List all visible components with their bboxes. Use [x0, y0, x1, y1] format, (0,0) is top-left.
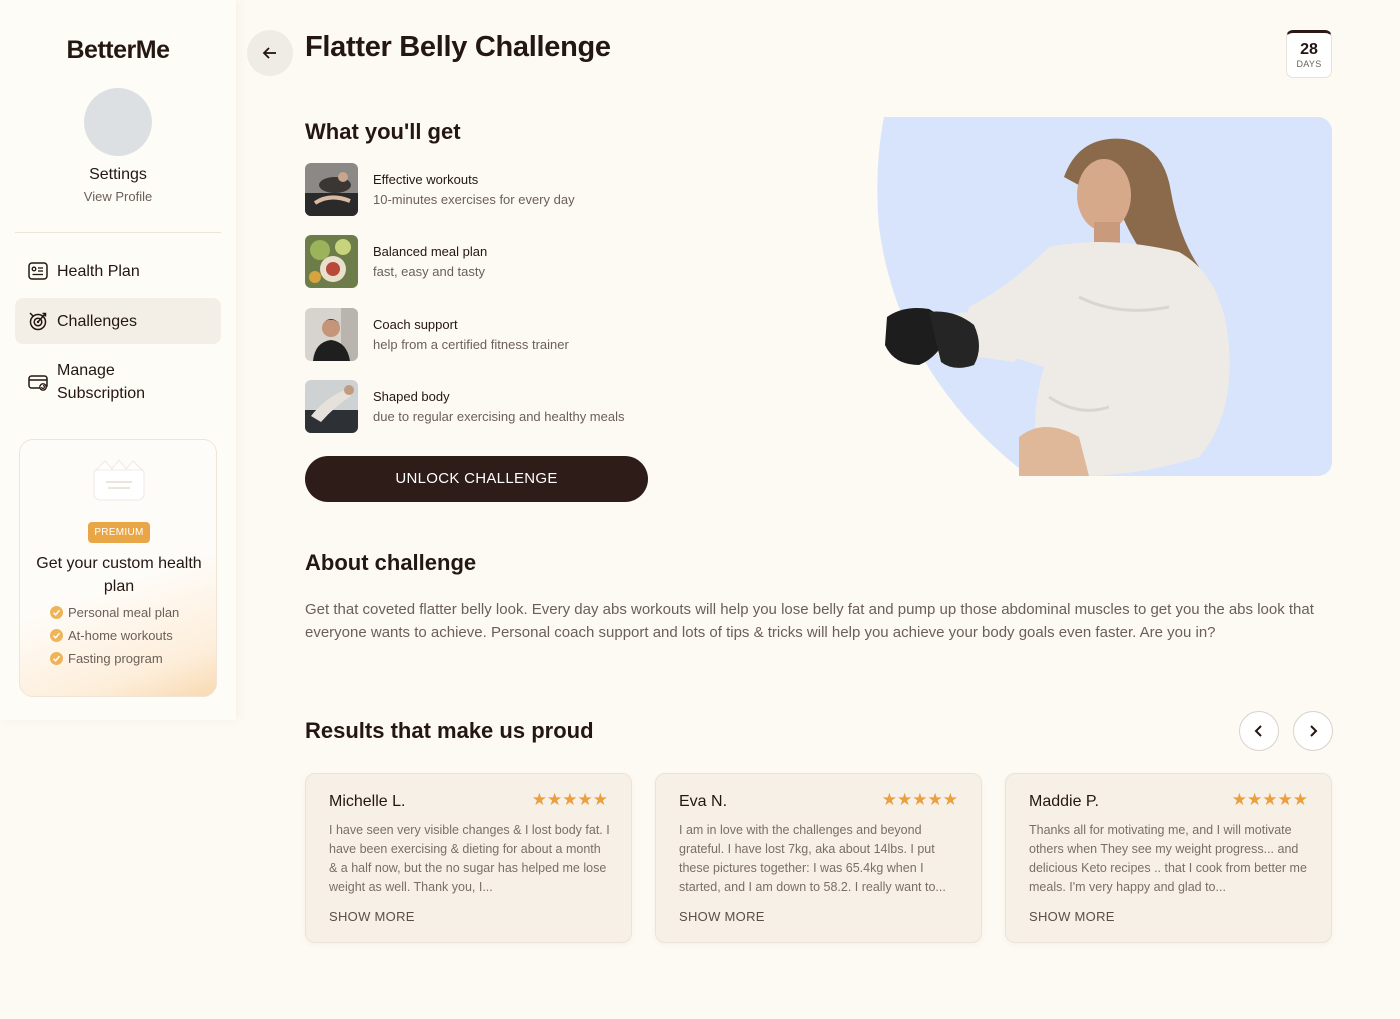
avatar[interactable]: [84, 88, 152, 156]
health-plan-icon: [28, 262, 48, 280]
benefit-title: Shaped body: [373, 389, 450, 404]
sidebar-item-label: Manage Subscription: [57, 362, 146, 402]
check-icon: [50, 629, 63, 642]
about-description: Get that coveted flatter belly look. Eve…: [305, 601, 1314, 641]
benefit-title: Coach support: [373, 317, 458, 332]
premium-feature: Personal meal plan: [50, 605, 179, 620]
carousel-prev-button[interactable]: [1239, 711, 1279, 751]
results-heading: Results that make us proud: [305, 718, 594, 743]
review-card: Michelle L. ★★★★★ I have seen very visib…: [305, 773, 632, 943]
subscription-icon: [28, 375, 48, 391]
premium-feature-label: At-home workouts: [68, 628, 173, 643]
arrow-left-icon: [262, 47, 276, 59]
crown-icon: [93, 459, 145, 501]
show-more-link[interactable]: SHOW MORE: [1029, 909, 1115, 924]
benefit-description: due to regular exercising and healthy me…: [373, 409, 625, 424]
check-icon: [50, 652, 63, 665]
page-title: Flatter Belly Challenge: [305, 31, 611, 63]
sidebar-item-label: Health Plan: [57, 262, 140, 280]
review-text: Thanks all for motivating me, and I will…: [1029, 823, 1307, 894]
premium-feature-label: Fasting program: [68, 651, 163, 666]
coach-thumbnail: [305, 308, 358, 361]
star-rating: ★★★★★: [1231, 790, 1308, 809]
premium-feature: Fasting program: [50, 651, 163, 666]
premium-upsell-card[interactable]: PREMIUM Get your custom health plan Pers…: [19, 439, 217, 697]
premium-feature: At-home workouts: [50, 628, 173, 643]
show-more-link[interactable]: SHOW MORE: [329, 909, 415, 924]
reviewer-name: Michelle L.: [329, 793, 406, 810]
check-icon: [50, 606, 63, 619]
back-button[interactable]: [247, 30, 293, 76]
star-rating: ★★★★★: [531, 790, 608, 809]
reviewer-name: Eva N.: [679, 793, 728, 810]
days-badge: 28 DAYS: [1286, 30, 1332, 78]
sidebar-item-label: Challenges: [57, 312, 138, 330]
premium-badge: PREMIUM: [88, 522, 150, 543]
chevron-left-icon: [1254, 725, 1262, 737]
premium-feature-label: Personal meal plan: [68, 605, 180, 620]
benefit-item: Balanced meal plan fast, easy and tasty: [305, 235, 487, 288]
profile-name[interactable]: Settings: [0, 166, 236, 184]
days-label: DAYS: [1296, 59, 1322, 69]
benefits-heading: What you'll get: [305, 119, 461, 144]
hero-image: [779, 117, 1332, 476]
workout-thumbnail: [305, 163, 358, 216]
benefit-title: Balanced meal plan: [373, 244, 488, 259]
sidebar-item-challenges[interactable]: Challenges: [15, 298, 221, 344]
chevron-right-icon: [1310, 725, 1318, 737]
carousel-next-button[interactable]: [1293, 711, 1333, 751]
review-card: Maddie P. ★★★★★ Thanks all for motivatin…: [1005, 773, 1332, 943]
benefit-item: Effective workouts 10-minutes exercises …: [305, 163, 575, 216]
days-count: 28: [1300, 41, 1318, 58]
unlock-challenge-button[interactable]: UNLOCK CHALLENGE: [305, 456, 648, 502]
premium-title: Get your custom health plan: [36, 555, 202, 595]
sidebar-item-health-plan[interactable]: Health Plan: [15, 248, 221, 294]
sidebar-item-manage-subscription[interactable]: Manage Subscription: [15, 356, 221, 408]
reviewer-name: Maddie P.: [1029, 793, 1099, 810]
app-logo[interactable]: BetterMe: [0, 36, 236, 65]
review-text: I have seen very visible changes & I los…: [329, 823, 610, 894]
sidebar: BetterMe Settings View Profile Health Pl…: [0, 0, 236, 720]
benefit-description: fast, easy and tasty: [373, 264, 486, 279]
meal-thumbnail: [305, 235, 358, 288]
body-thumbnail: [305, 380, 358, 433]
benefit-title: Effective workouts: [373, 172, 479, 187]
benefit-description: 10-minutes exercises for every day: [373, 192, 575, 207]
challenges-icon: [29, 312, 47, 331]
benefit-description: help from a certified fitness trainer: [373, 337, 569, 352]
review-text: I am in love with the challenges and bey…: [679, 823, 946, 894]
woman-stretching-photo: [877, 117, 1332, 476]
benefit-item: Shaped body due to regular exercising an…: [305, 380, 624, 433]
about-heading: About challenge: [305, 550, 477, 575]
benefit-item: Coach support help from a certified fitn…: [305, 308, 569, 361]
show-more-link[interactable]: SHOW MORE: [679, 909, 765, 924]
review-card: Eva N. ★★★★★ I am in love with the chall…: [655, 773, 982, 943]
star-rating: ★★★★★: [881, 790, 958, 809]
sidebar-divider: [15, 232, 221, 233]
view-profile-link[interactable]: View Profile: [0, 189, 236, 204]
